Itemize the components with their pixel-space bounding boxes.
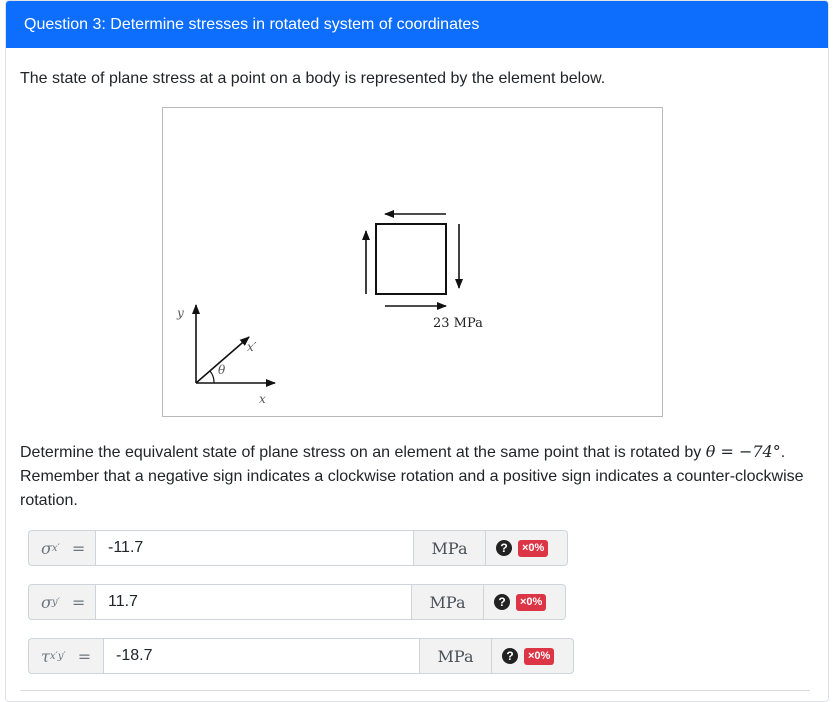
stress-element-square: [375, 223, 447, 295]
sigma-x-input[interactable]: -11.7: [95, 530, 414, 566]
answer-label-sigma-y: σ y′ =: [28, 584, 95, 620]
x-axis-label: x: [259, 392, 266, 406]
help-icon[interactable]: ?: [496, 540, 512, 556]
help-icon[interactable]: ?: [502, 648, 518, 664]
answer-row-sigma-x: σ x′ = -11.7 MPa ? ×0%: [28, 530, 568, 566]
answer-label-tau-xy: τ x′y′ =: [28, 638, 103, 674]
sigma-y-input[interactable]: 11.7: [95, 584, 412, 620]
answer-row-tau-xy: τ x′y′ = -18.7 MPa ? ×0%: [28, 638, 574, 674]
score-badge: ×0%: [524, 647, 555, 665]
help-icon[interactable]: ?: [494, 594, 510, 610]
question-title: Question 3: Determine stresses in rotate…: [24, 15, 480, 33]
score-badge: ×0%: [518, 539, 549, 557]
unit-label-sigma-y: MPa: [412, 584, 484, 620]
stress-element-diagram: 23 MPa y x x′ θ: [176, 210, 483, 406]
unit-label-tau-xy: MPa: [420, 638, 492, 674]
answer-status-tau-xy: ? ×0%: [492, 638, 574, 674]
divider: [20, 690, 810, 691]
prompt-theta: θ: [705, 442, 716, 461]
intro-text: The state of plane stress at a point on …: [20, 70, 606, 87]
question-header: Question 3: Determine stresses in rotate…: [6, 1, 828, 48]
prompt-equals: =: [715, 442, 739, 461]
prompt-angle-value: −74°: [738, 442, 781, 461]
answer-row-sigma-y: σ y′ = 11.7 MPa ? ×0%: [28, 584, 566, 620]
angle-arc: [209, 370, 215, 384]
score-badge: ×0%: [516, 593, 547, 611]
unit-label-sigma-x: MPa: [414, 530, 486, 566]
answer-status-sigma-x: ? ×0%: [486, 530, 568, 566]
answer-status-sigma-y: ? ×0%: [484, 584, 566, 620]
stress-magnitude-label: 23 MPa: [433, 316, 483, 331]
question-prompt: Determine the equivalent state of plane …: [20, 440, 815, 513]
y-axis-label: y: [176, 306, 184, 320]
theta-label: θ: [218, 363, 226, 377]
answer-label-sigma-x: σ x′ =: [28, 530, 95, 566]
x-prime-axis-label: x′: [247, 340, 257, 354]
stress-element-figure: 23 MPa y x x′ θ: [162, 107, 663, 417]
tau-xy-input[interactable]: -18.7: [103, 638, 420, 674]
prompt-text-start: Determine the equivalent state of plane …: [20, 444, 706, 461]
